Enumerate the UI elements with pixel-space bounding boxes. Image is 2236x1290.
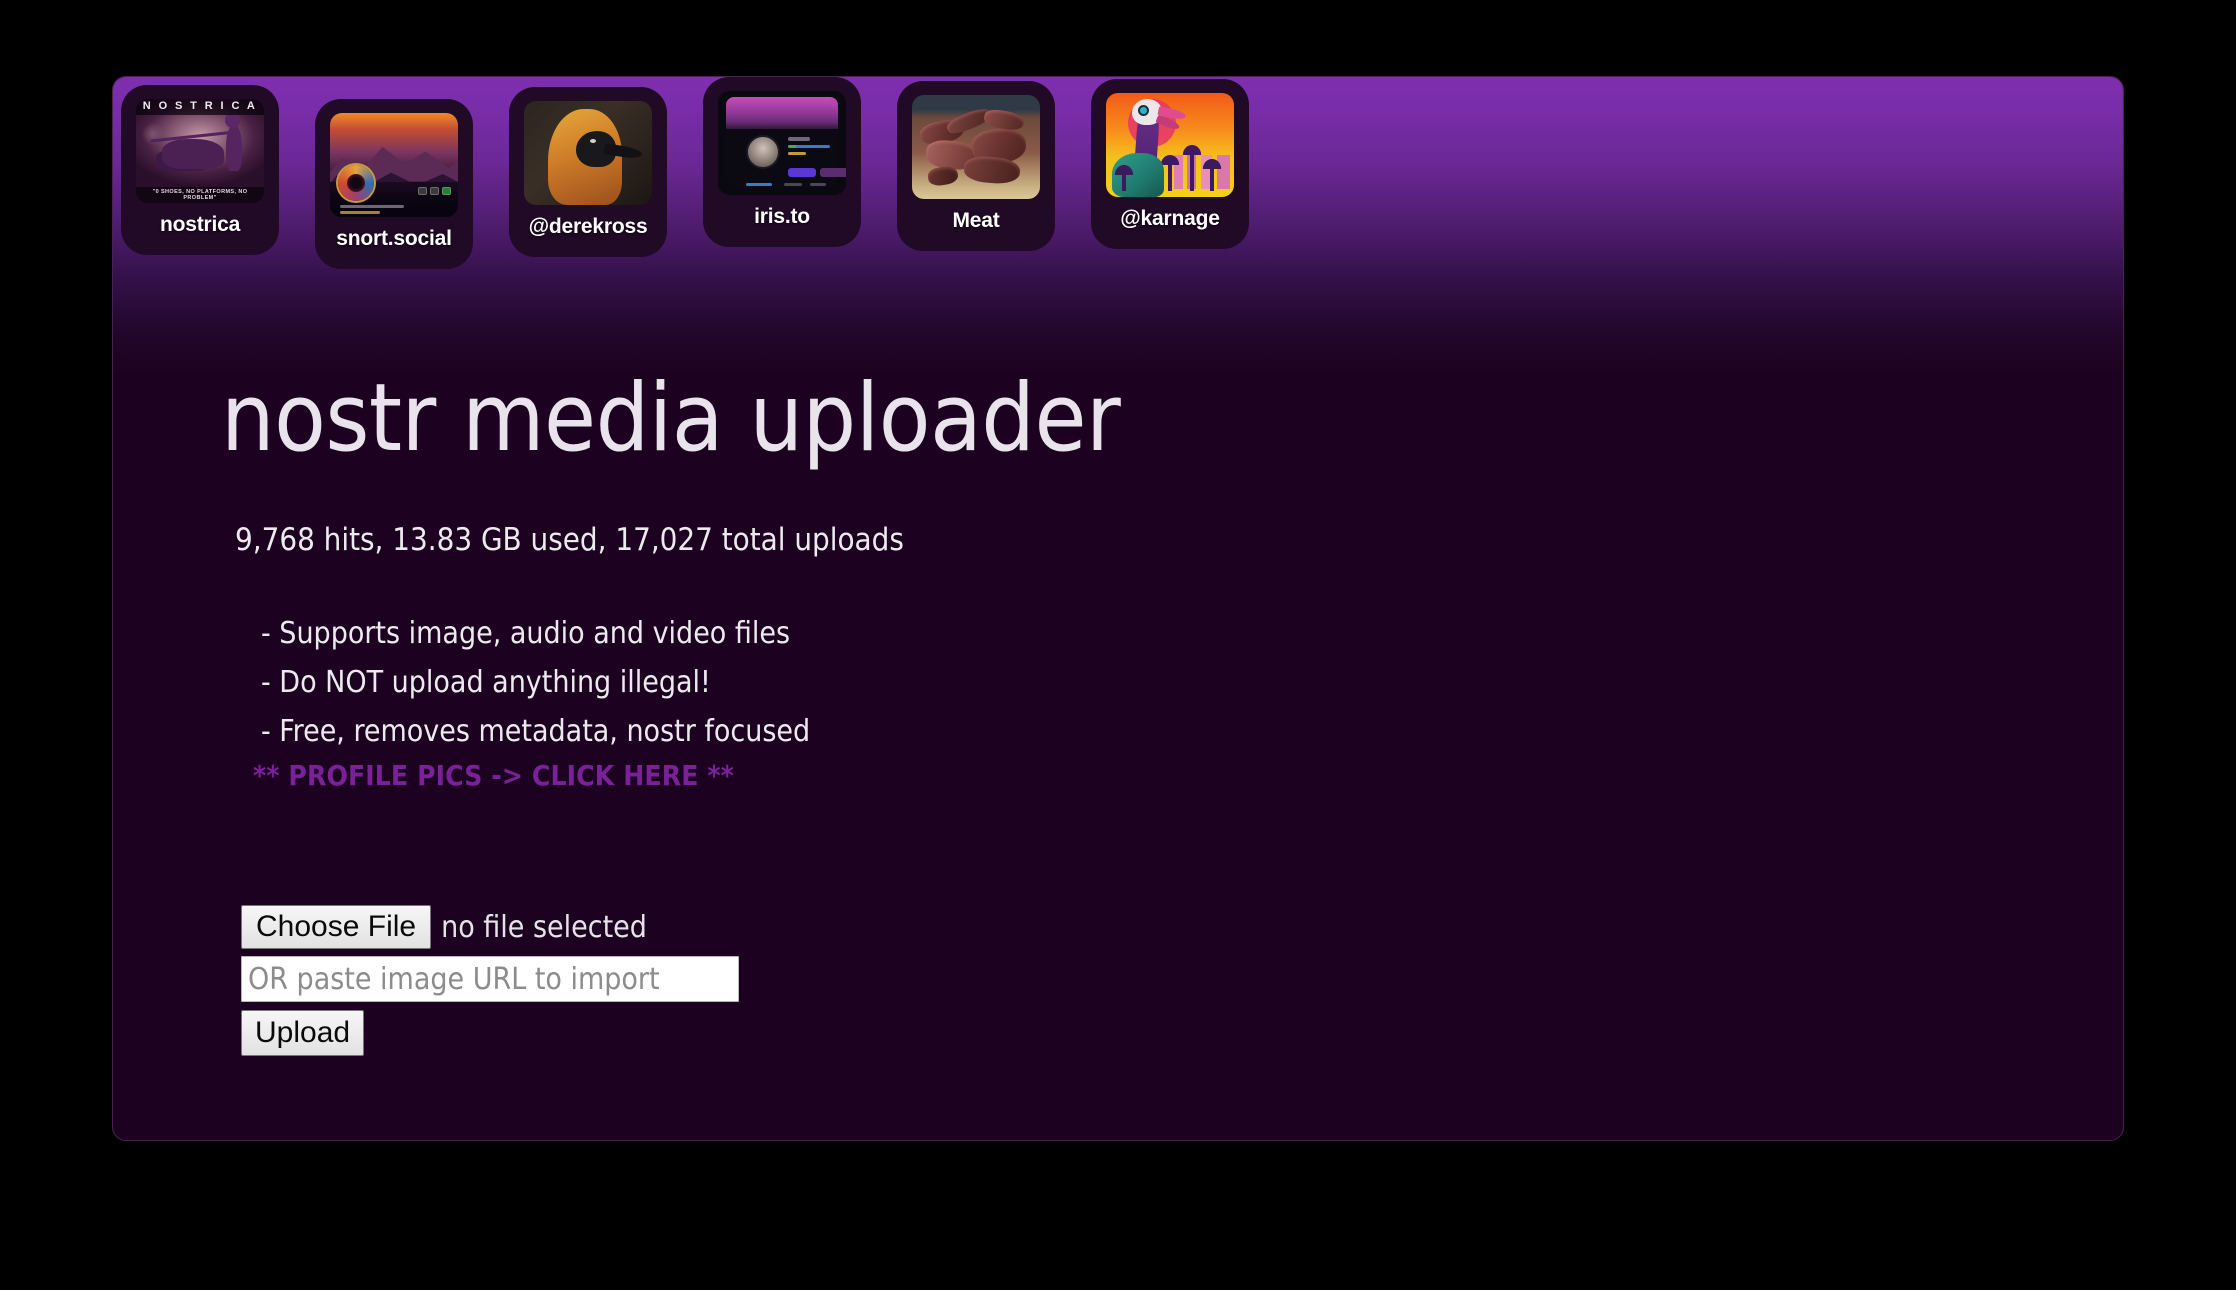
screen: N O S T R I C A "0 SHOES, NO PLATFORMS, … [0, 0, 2236, 1290]
choose-file-button[interactable]: Choose File [241, 905, 432, 949]
browser-page-container: N O S T R I C A "0 SHOES, NO PLATFORMS, … [112, 76, 2124, 1141]
feature-item: - Supports image, audio and video files [261, 616, 791, 651]
upload-button[interactable]: Upload [241, 1010, 365, 1056]
usage-stats: 9,768 hits, 13.83 GB used, 17,027 total … [235, 522, 904, 558]
profile-pics-link[interactable]: ** PROFILE PICS -> CLICK HERE ** [253, 759, 734, 792]
page-content: nostr media uploader 9,768 hits, 13.83 G… [113, 77, 2123, 1140]
upload-form: Choose File no file selected Upload [241, 905, 739, 1056]
file-status-label: no file selected [441, 909, 647, 945]
file-picker-row: Choose File no file selected [241, 905, 739, 949]
feature-list: - Supports image, audio and video files … [261, 609, 810, 756]
page-title: nostr media uploader [221, 364, 1121, 473]
feature-item: - Free, removes metadata, nostr focused [261, 714, 811, 749]
feature-item: - Do NOT upload anything illegal! [261, 665, 711, 700]
image-url-input[interactable] [241, 956, 739, 1002]
